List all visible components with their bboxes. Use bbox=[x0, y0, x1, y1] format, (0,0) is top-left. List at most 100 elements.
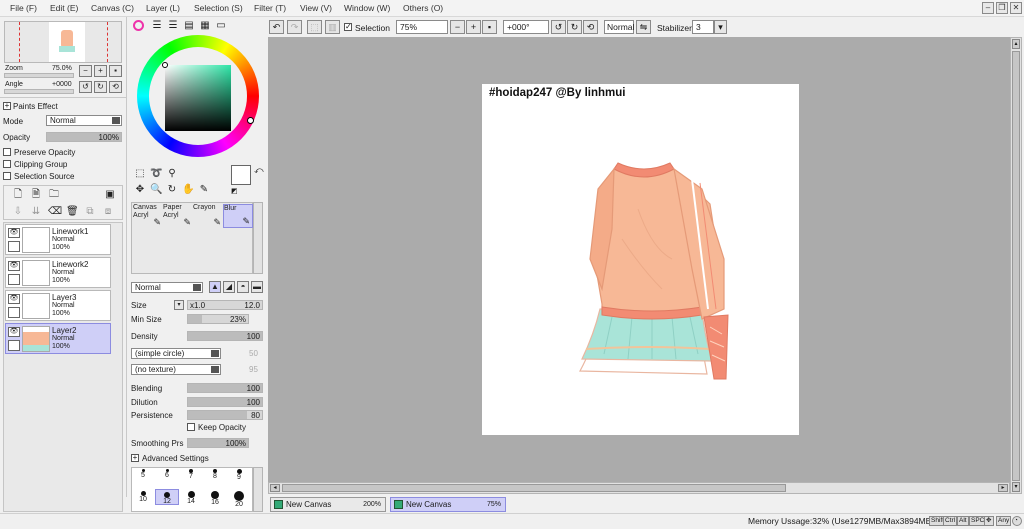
scroll-down-arrow[interactable]: ▾ bbox=[1012, 482, 1020, 492]
brush-blur[interactable]: Blur ✎ bbox=[223, 204, 253, 228]
magic-wand-icon[interactable]: ⚲ bbox=[166, 168, 178, 180]
menu-view[interactable]: View (V) bbox=[300, 3, 332, 13]
minimize-button[interactable]: – bbox=[982, 2, 994, 14]
zoom-slider[interactable] bbox=[4, 73, 74, 78]
layer-row[interactable]: 👁 Linework1 Normal 100% bbox=[5, 224, 111, 255]
zoom-reset-button[interactable]: ▪ bbox=[109, 65, 122, 77]
hue-cursor[interactable] bbox=[247, 117, 254, 124]
toolbar-zoom-out-button[interactable]: − bbox=[450, 20, 465, 34]
zoom-tool-icon[interactable]: 🔍 bbox=[150, 184, 162, 196]
hand-icon[interactable]: ✋ bbox=[182, 184, 194, 196]
user-swatch-icon[interactable]: ▦ bbox=[199, 20, 211, 32]
layer-mode-select[interactable]: Normal bbox=[46, 115, 122, 126]
canvas-viewport[interactable]: #hoidap247 @By linhmui bbox=[268, 37, 1010, 494]
scratch-pad-icon[interactable]: ▭ bbox=[215, 20, 227, 32]
brush-size-cell[interactable]: 14 bbox=[179, 489, 203, 505]
eye-icon[interactable]: 👁 bbox=[8, 261, 20, 271]
min-size-slider[interactable]: 23% bbox=[187, 314, 249, 324]
eye-icon[interactable]: 👁 bbox=[8, 294, 20, 304]
scroll-left-arrow[interactable]: ◂ bbox=[270, 484, 280, 492]
new-linework-layer-icon[interactable]: 🗎 bbox=[30, 189, 42, 201]
eye-icon[interactable]: 👁 bbox=[8, 327, 20, 337]
toolbar-rotate-right-button[interactable]: ↻ bbox=[567, 20, 582, 34]
restore-button[interactable]: ❐ bbox=[996, 2, 1008, 14]
size-slider[interactable]: x1.0 12.0 bbox=[187, 300, 263, 310]
brush-size-cell[interactable]: 9 bbox=[227, 467, 251, 489]
selection-source-checkbox[interactable] bbox=[3, 172, 11, 180]
delete-layer-icon[interactable]: 🗑 bbox=[66, 206, 79, 218]
swap-colors-icon[interactable]: ⤺ bbox=[254, 165, 264, 176]
toolbar-zoom-in-button[interactable]: + bbox=[466, 20, 481, 34]
horizontal-scroll-thumb[interactable] bbox=[282, 484, 786, 492]
brush-lock-icon[interactable] bbox=[8, 340, 20, 351]
menu-layer[interactable]: Layer (L) bbox=[146, 3, 180, 13]
density-slider[interactable]: 100 bbox=[187, 331, 263, 341]
transfer-down-icon[interactable]: ⇩ bbox=[12, 206, 24, 218]
brush-canvas[interactable]: Canvas Acryl ✎ bbox=[133, 204, 163, 228]
new-layer-icon[interactable]: 🗋 bbox=[12, 189, 24, 201]
brush-tip-sharp[interactable]: ▲ bbox=[209, 281, 221, 293]
canvas-tab-2[interactable]: New Canvas 75% bbox=[390, 497, 506, 512]
brush-size-scrollbar[interactable] bbox=[253, 467, 263, 512]
rotate-left-button[interactable]: ↺ bbox=[79, 81, 92, 93]
clipping-group-checkbox[interactable] bbox=[3, 160, 11, 168]
size-multiplier-button[interactable]: ▾ bbox=[174, 300, 184, 310]
rotation-field[interactable]: +000° bbox=[503, 20, 549, 34]
zoom-in-button[interactable]: + bbox=[94, 65, 107, 77]
layer-settings-icon[interactable]: ▣ bbox=[104, 189, 116, 201]
rgb-slider-icon[interactable]: ☰ bbox=[151, 20, 163, 32]
navigator-preview[interactable] bbox=[4, 21, 122, 63]
dilution-slider[interactable]: 100 bbox=[187, 397, 263, 407]
selection-checkbox[interactable]: ✓ bbox=[344, 23, 352, 31]
menu-edit[interactable]: Edit (E) bbox=[50, 3, 78, 13]
lasso-icon[interactable]: ➰ bbox=[150, 168, 162, 180]
rotate-reset-button[interactable]: ⟲ bbox=[109, 81, 122, 93]
brush-paper[interactable]: Paper Acryl ✎ bbox=[163, 204, 193, 228]
vertical-scroll-thumb[interactable] bbox=[1012, 51, 1020, 481]
undo-button[interactable]: ↶ bbox=[269, 20, 284, 34]
rotate-tool-icon[interactable]: ↻ bbox=[166, 184, 178, 196]
saturation-value-square[interactable] bbox=[165, 65, 231, 131]
layer-lock-box[interactable] bbox=[8, 307, 20, 318]
brush-size-cell[interactable]: 5 bbox=[131, 467, 155, 489]
smoothing-slider[interactable]: 100% bbox=[187, 438, 249, 448]
brush-size-cell[interactable]: 6 bbox=[155, 467, 179, 489]
flatten-icon[interactable]: ⧈ bbox=[102, 206, 114, 218]
color-circle-icon[interactable]: ▤ bbox=[183, 20, 195, 32]
new-folder-icon[interactable]: 🗀 bbox=[48, 189, 60, 201]
brush-size-cell[interactable]: 12 bbox=[155, 489, 179, 505]
brush-size-cell[interactable]: 7 bbox=[179, 467, 203, 489]
color-wheel-mode-icon[interactable] bbox=[133, 20, 144, 31]
clear-layer-icon[interactable]: ⌫ bbox=[48, 206, 62, 218]
layer-row[interactable]: 👁 Layer3 Normal 100% bbox=[5, 290, 111, 321]
brush-tip-flat[interactable]: ▬ bbox=[251, 281, 263, 293]
brush-tip-soft[interactable]: ◢ bbox=[223, 281, 235, 293]
flip-canvas-button[interactable]: ⇋ bbox=[636, 20, 651, 34]
menu-filter[interactable]: Filter (T) bbox=[254, 3, 286, 13]
stabilizer-field[interactable]: 3 bbox=[692, 20, 714, 34]
scroll-up-arrow[interactable]: ▴ bbox=[1012, 39, 1020, 49]
brush-size-cell[interactable]: 20 bbox=[227, 489, 251, 508]
preserve-opacity-checkbox[interactable] bbox=[3, 148, 11, 156]
redo-button[interactable]: ↷ bbox=[287, 20, 302, 34]
canvas-blend-field[interactable]: Normal bbox=[604, 20, 634, 34]
toolbar-zoom-reset-button[interactable]: ▪ bbox=[482, 20, 497, 34]
toolbar-rotate-left-button[interactable]: ↺ bbox=[551, 20, 566, 34]
horizontal-scrollbar[interactable]: ◂ ▸ bbox=[268, 482, 1010, 494]
brush-tip-round[interactable]: ◓ bbox=[237, 281, 249, 293]
zoom-field[interactable]: 75% bbox=[396, 20, 448, 34]
brush-shape-select[interactable]: (simple circle) bbox=[131, 348, 221, 359]
merge-visible-icon[interactable]: ⧉ bbox=[84, 206, 96, 218]
eyedropper-icon[interactable]: ✎ bbox=[198, 184, 210, 196]
blending-slider[interactable]: 100 bbox=[187, 383, 263, 393]
brush-size-cell[interactable]: 8 bbox=[203, 467, 227, 489]
layer-lock-box[interactable] bbox=[8, 274, 20, 285]
advanced-settings-label[interactable]: Advanced Settings bbox=[142, 454, 209, 463]
expand-icon[interactable]: + bbox=[3, 102, 11, 110]
stabilizer-dropdown[interactable]: ▾ bbox=[714, 20, 727, 34]
menu-others[interactable]: Others (O) bbox=[403, 3, 443, 13]
menu-window[interactable]: Window (W) bbox=[344, 3, 390, 13]
close-button[interactable]: ✕ bbox=[1010, 2, 1022, 14]
brush-crayon[interactable]: Crayon ✎ bbox=[193, 204, 223, 228]
persistence-slider[interactable]: 80 bbox=[187, 410, 263, 420]
